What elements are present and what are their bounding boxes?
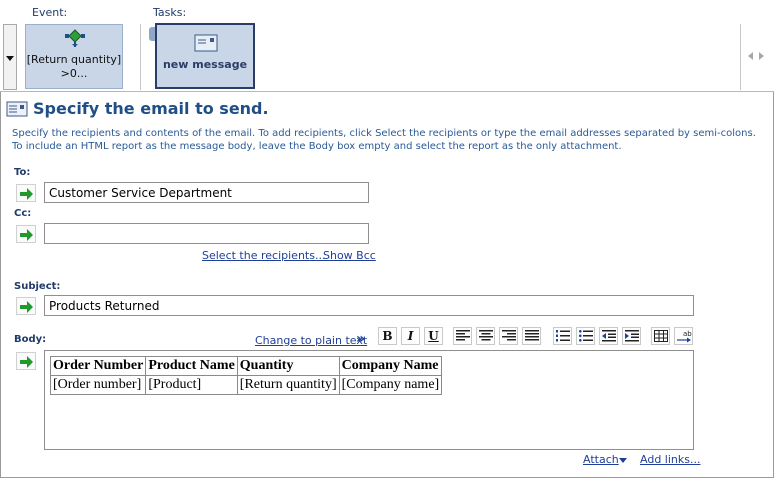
- bold-button[interactable]: B: [378, 327, 397, 345]
- event-card-text: [Return quantity] >0...: [26, 53, 122, 80]
- table-icon: [654, 330, 668, 342]
- insert-table-button[interactable]: [651, 327, 670, 345]
- body-report-table: Order Number Product Name Quantity Compa…: [49, 356, 443, 395]
- body-editor[interactable]: Order Number Product Name Quantity Compa…: [44, 350, 694, 450]
- bulleted-list-icon: [579, 330, 593, 342]
- task-card-new-message[interactable]: new message: [155, 23, 255, 89]
- bold-label: B: [382, 329, 393, 343]
- numbered-list-icon: [556, 330, 570, 342]
- email-task-icon: [6, 101, 28, 117]
- envelope-icon: [194, 34, 218, 52]
- subject-insert-button[interactable]: [16, 297, 36, 315]
- body-insert-button[interactable]: [16, 352, 36, 370]
- scroll-right-icon[interactable]: [759, 52, 764, 60]
- underline-label: U: [428, 329, 439, 343]
- align-center-icon: [479, 330, 493, 341]
- to-input[interactable]: [44, 182, 369, 203]
- align-center-button[interactable]: [476, 327, 495, 345]
- event-task-strip: Event: Tasks: [Return quantity] >0... ne…: [0, 0, 774, 92]
- attach-link[interactable]: Attach: [583, 453, 619, 466]
- table-header-cell: Order Number: [49, 356, 147, 376]
- select-recipients-link[interactable]: Select the recipients...: [202, 249, 325, 262]
- increase-indent-icon: [625, 330, 639, 342]
- insert-text-icon: ab: [677, 330, 692, 343]
- double-chevron-icon[interactable]: »: [356, 331, 365, 347]
- show-bcc-link[interactable]: Show Bcc: [323, 249, 376, 262]
- table-cell: [Company name]: [338, 375, 443, 395]
- scroll-left-icon[interactable]: [748, 52, 753, 60]
- to-recipients-button[interactable]: [16, 184, 36, 202]
- body-label: Body:: [14, 334, 47, 345]
- subject-input[interactable]: [44, 295, 694, 316]
- task-card-text: new message: [162, 58, 248, 71]
- add-links-link[interactable]: Add links...: [640, 453, 700, 466]
- page-title: Specify the email to send.: [33, 99, 269, 118]
- justify-button[interactable]: [522, 327, 541, 345]
- align-left-button[interactable]: [453, 327, 472, 345]
- italic-button[interactable]: I: [401, 327, 420, 345]
- strip-dropdown-button[interactable]: [3, 24, 17, 90]
- table-cell: [Order number]: [49, 375, 147, 395]
- to-label: To:: [14, 167, 31, 178]
- decrease-indent-button[interactable]: [599, 327, 618, 345]
- event-label: Event:: [32, 6, 68, 19]
- green-arrow-icon: [20, 356, 33, 368]
- decrease-indent-icon: [602, 330, 616, 342]
- svg-text:ab: ab: [683, 330, 692, 338]
- table-header-cell: Company Name: [338, 356, 443, 376]
- green-arrow-icon: [20, 301, 33, 313]
- cc-label: Cc:: [14, 208, 32, 219]
- subject-label: Subject:: [14, 281, 61, 292]
- table-row: [Order number] [Product] [Return quantit…: [49, 375, 443, 395]
- table-header-cell: Product Name: [145, 356, 238, 376]
- strip-divider: [140, 24, 141, 90]
- spell-check-button[interactable]: ab: [674, 327, 693, 345]
- cc-input[interactable]: [44, 223, 369, 244]
- bulleted-list-button[interactable]: [576, 327, 595, 345]
- instructions-text: Specify the recipients and contents of t…: [12, 128, 756, 152]
- attach-dropdown-icon[interactable]: [619, 458, 627, 463]
- cc-recipients-button[interactable]: [16, 225, 36, 243]
- justify-icon: [525, 330, 539, 341]
- strip-scroll-controls: [740, 24, 770, 90]
- green-arrow-icon: [20, 229, 33, 241]
- green-arrow-icon: [20, 188, 33, 200]
- align-right-button[interactable]: [499, 327, 518, 345]
- align-right-icon: [502, 330, 516, 341]
- underline-button[interactable]: U: [424, 327, 443, 345]
- tasks-label: Tasks:: [153, 6, 187, 19]
- table-cell: [Return quantity]: [236, 375, 340, 395]
- flow-diamond-icon: [65, 29, 85, 47]
- increase-indent-button[interactable]: [622, 327, 641, 345]
- italic-label: I: [407, 329, 414, 343]
- numbered-list-button[interactable]: [553, 327, 572, 345]
- change-to-plain-text-link[interactable]: Change to plain text: [255, 334, 367, 347]
- table-header-row: Order Number Product Name Quantity Compa…: [49, 356, 443, 376]
- table-cell: [Product]: [145, 375, 238, 395]
- align-left-icon: [456, 330, 470, 341]
- event-card[interactable]: [Return quantity] >0...: [25, 24, 123, 89]
- table-header-cell: Quantity: [236, 356, 340, 376]
